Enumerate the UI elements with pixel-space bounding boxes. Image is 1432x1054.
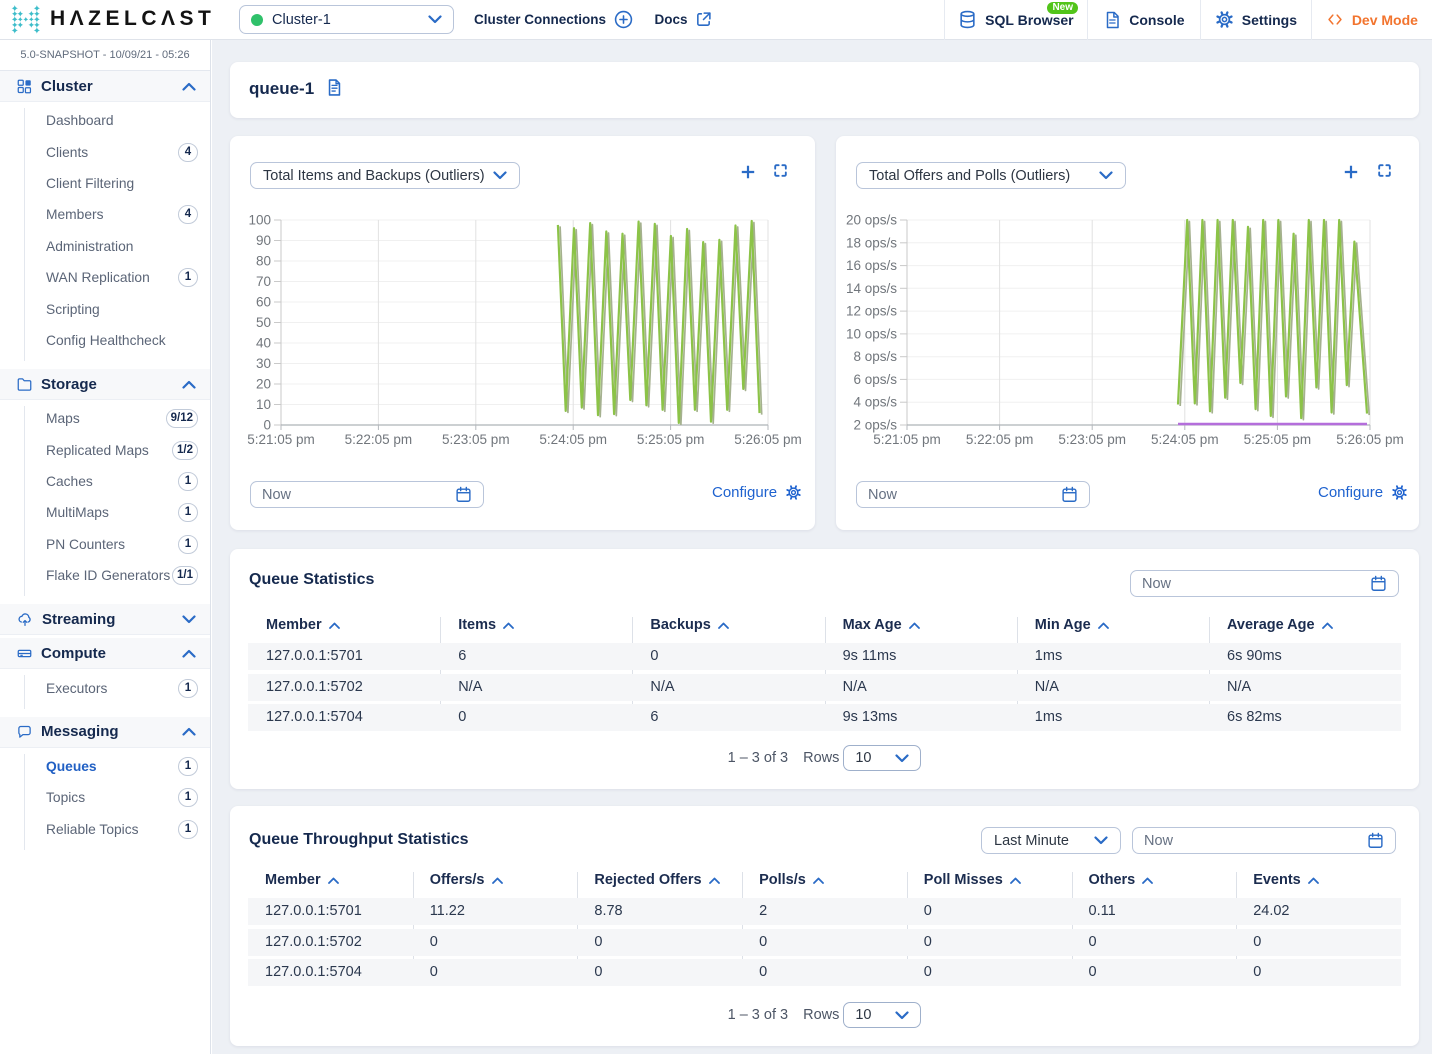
svg-text:5:24:05 pm: 5:24:05 pm <box>539 432 607 447</box>
svg-text:12 ops/s: 12 ops/s <box>846 304 897 319</box>
svg-text:5:21:05 pm: 5:21:05 pm <box>247 432 315 447</box>
svg-text:5:23:05 pm: 5:23:05 pm <box>1058 432 1126 447</box>
svg-text:30: 30 <box>256 356 271 371</box>
svg-text:90: 90 <box>256 233 271 248</box>
svg-text:80: 80 <box>256 254 271 269</box>
svg-text:5:22:05 pm: 5:22:05 pm <box>966 432 1034 447</box>
svg-text:2 ops/s: 2 ops/s <box>853 418 897 433</box>
svg-text:100: 100 <box>248 213 271 228</box>
svg-text:18 ops/s: 18 ops/s <box>846 235 897 250</box>
svg-text:20 ops/s: 20 ops/s <box>846 213 897 228</box>
svg-text:5:26:05 pm: 5:26:05 pm <box>1336 432 1404 447</box>
svg-text:60: 60 <box>256 295 271 310</box>
svg-text:70: 70 <box>256 274 271 289</box>
svg-text:4 ops/s: 4 ops/s <box>853 395 897 410</box>
svg-text:40: 40 <box>256 336 271 351</box>
svg-text:5:24:05 pm: 5:24:05 pm <box>1151 432 1219 447</box>
svg-text:5:21:05 pm: 5:21:05 pm <box>873 432 941 447</box>
svg-text:6 ops/s: 6 ops/s <box>853 372 897 387</box>
svg-text:5:26:05 pm: 5:26:05 pm <box>734 432 802 447</box>
svg-text:5:23:05 pm: 5:23:05 pm <box>442 432 510 447</box>
svg-text:20: 20 <box>256 377 271 392</box>
svg-text:10: 10 <box>256 397 271 412</box>
svg-text:0: 0 <box>263 418 271 433</box>
svg-text:10 ops/s: 10 ops/s <box>846 326 897 341</box>
svg-text:50: 50 <box>256 315 271 330</box>
svg-text:5:22:05 pm: 5:22:05 pm <box>345 432 413 447</box>
svg-text:8 ops/s: 8 ops/s <box>853 349 897 364</box>
svg-text:5:25:05 pm: 5:25:05 pm <box>1244 432 1312 447</box>
svg-text:16 ops/s: 16 ops/s <box>846 258 897 273</box>
svg-text:14 ops/s: 14 ops/s <box>846 281 897 296</box>
svg-text:5:25:05 pm: 5:25:05 pm <box>637 432 705 447</box>
